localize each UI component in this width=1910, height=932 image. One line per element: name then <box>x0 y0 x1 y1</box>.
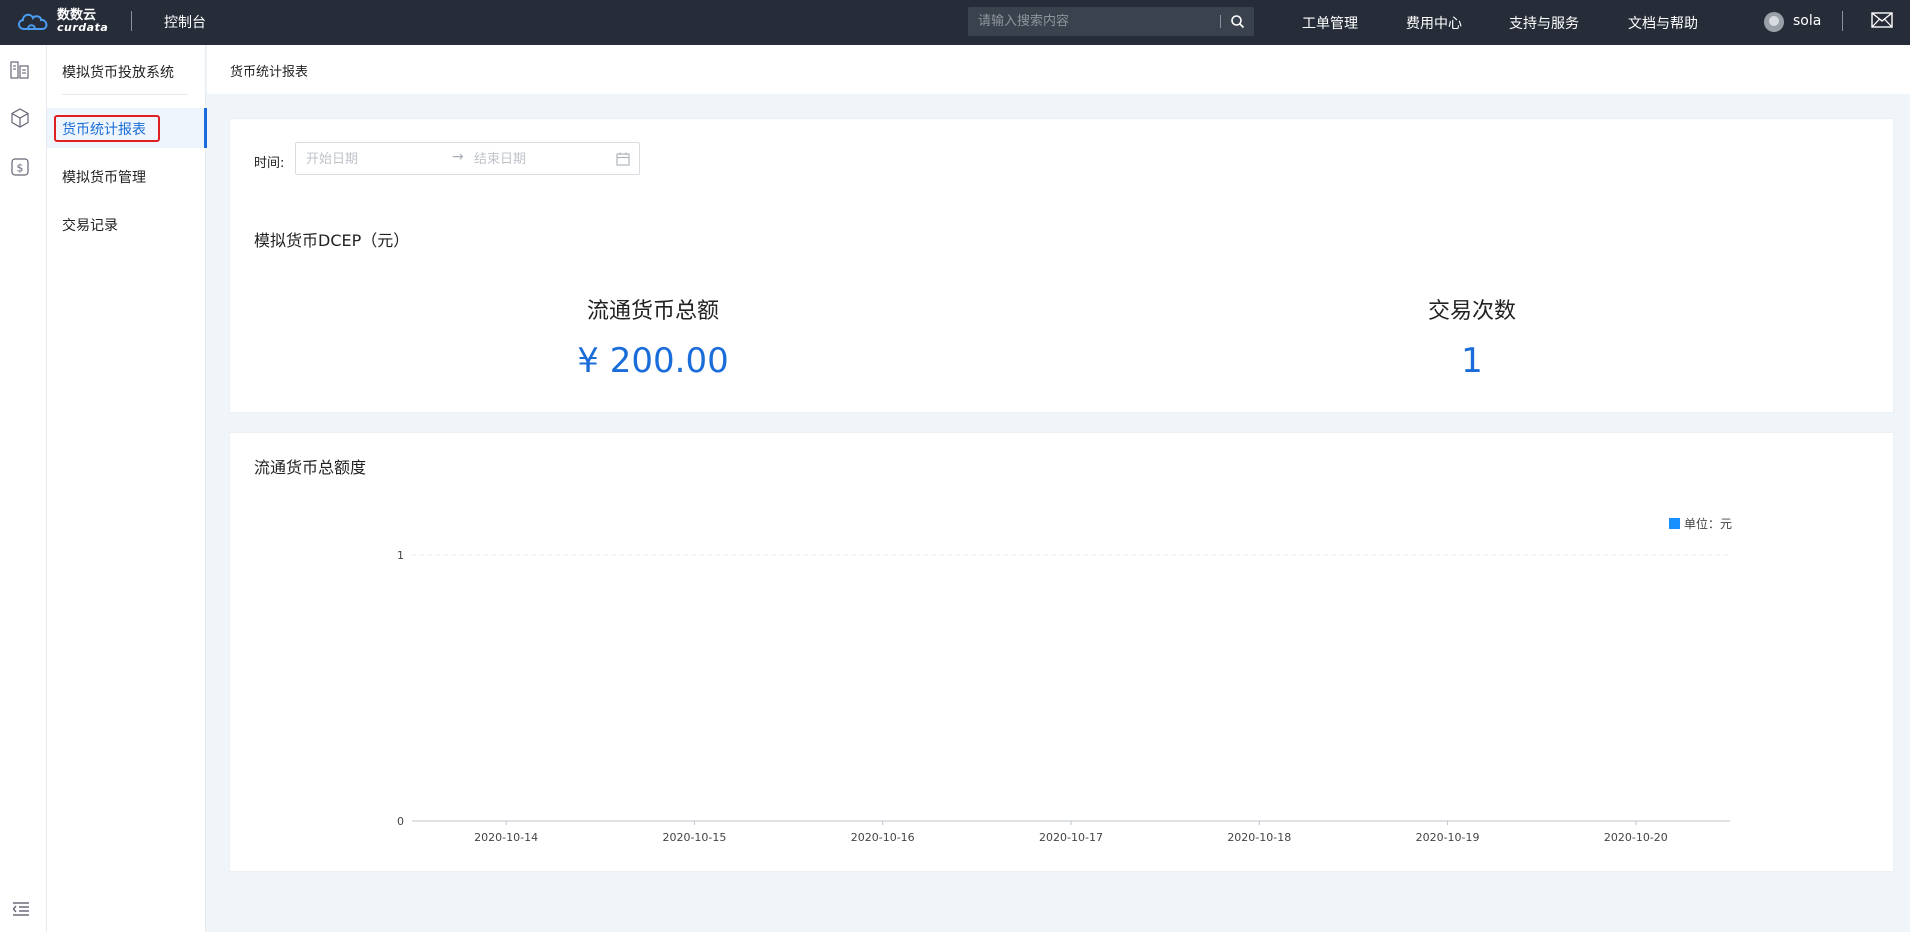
nav-billing-center[interactable]: 费用中心 <box>1406 13 1462 33</box>
x-tick-label: 2020-10-14 <box>474 831 538 844</box>
logo[interactable]: 数数云 curdata <box>14 7 108 37</box>
sidebar-item-currency-report[interactable]: 货币统计报表 <box>47 108 207 148</box>
chart-card: 流通货币总额度 0 1 2020-10-14 2020-10-15 2020-10-16… <box>229 432 1894 872</box>
sidebar-item-currency-management[interactable]: 模拟货币管理 <box>47 156 206 196</box>
database-icon[interactable] <box>9 59 31 81</box>
calendar-icon[interactable] <box>616 152 630 166</box>
divider <box>62 94 188 95</box>
line-chart: 0 1 2020-10-14 2020-10-15 2020-10-16 2020-10-… <box>397 516 1732 844</box>
mail-icon[interactable] <box>1871 11 1893 29</box>
secondary-nav: 模拟货币投放系统 货币统计报表 模拟货币管理 交易记录 <box>47 45 207 932</box>
search-divider <box>1220 15 1221 28</box>
nav-support-services[interactable]: 支持与服务 <box>1509 13 1579 33</box>
divider <box>131 11 132 31</box>
cube-icon[interactable] <box>9 107 31 129</box>
search-icon[interactable] <box>1228 12 1248 32</box>
time-filter-label: 时间: <box>254 156 285 171</box>
page-header: 货币统计报表 <box>207 45 1910 94</box>
divider <box>1842 11 1843 31</box>
sidebar-item-transactions[interactable]: 交易记录 <box>47 204 206 244</box>
x-tick-label: 2020-10-16 <box>851 831 915 844</box>
system-title: 模拟货币投放系统 <box>62 65 174 81</box>
nav-docs-help[interactable]: 文档与帮助 <box>1628 13 1698 33</box>
username[interactable]: sola <box>1793 13 1821 29</box>
x-tick-label: 2020-10-15 <box>662 831 726 844</box>
x-tick-label: 2020-10-20 <box>1604 831 1668 844</box>
page-title: 货币统计报表 <box>230 65 309 80</box>
transaction-count-value: 1 <box>1461 341 1483 381</box>
collapse-menu-icon[interactable] <box>12 901 30 917</box>
stats-card: 时间: → 模拟货币DCEP（元） 流通货币总额 ¥ 200.00 交易次数 1 <box>229 118 1894 413</box>
x-tick-label: 2020-10-17 <box>1039 831 1103 844</box>
logo-text-en: curdata <box>57 21 109 34</box>
y-tick-label: 0 <box>397 815 404 828</box>
transaction-count-label: 交易次数 <box>1427 299 1516 324</box>
nav-ticket-management[interactable]: 工单管理 <box>1302 13 1358 33</box>
highlight-annotation <box>54 115 160 142</box>
cloud-logo-icon <box>18 13 48 30</box>
sidebar-item-label: 交易记录 <box>62 218 118 234</box>
legend-swatch <box>1669 518 1680 529</box>
console-link[interactable]: 控制台 <box>164 12 206 32</box>
top-bar: 数数云 curdata 控制台 工单管理 费用中心 支持与服务 文档与帮助 so… <box>0 0 1910 45</box>
search-box <box>968 7 1254 36</box>
currency-icon[interactable]: $ <box>9 156 31 178</box>
svg-text:$: $ <box>17 162 24 175</box>
avatar[interactable] <box>1764 12 1784 32</box>
x-tick-label: 2020-10-18 <box>1227 831 1291 844</box>
range-arrow-icon: → <box>452 149 464 165</box>
x-tick-label: 2020-10-19 <box>1416 831 1480 844</box>
summary-title: 模拟货币DCEP（元） <box>254 231 410 250</box>
total-circulation-value: ¥ 200.00 <box>577 341 729 381</box>
date-range-picker[interactable]: → <box>295 142 640 175</box>
search-input[interactable] <box>978 12 1218 31</box>
total-circulation-label: 流通货币总额 <box>586 299 719 324</box>
start-date-input[interactable] <box>306 150 436 168</box>
legend-label: 单位：元 <box>1684 516 1732 531</box>
y-tick-label: 1 <box>397 549 404 562</box>
icon-strip: $ <box>0 45 47 932</box>
sidebar-item-label: 模拟货币管理 <box>62 170 146 186</box>
end-date-input[interactable] <box>474 150 604 168</box>
